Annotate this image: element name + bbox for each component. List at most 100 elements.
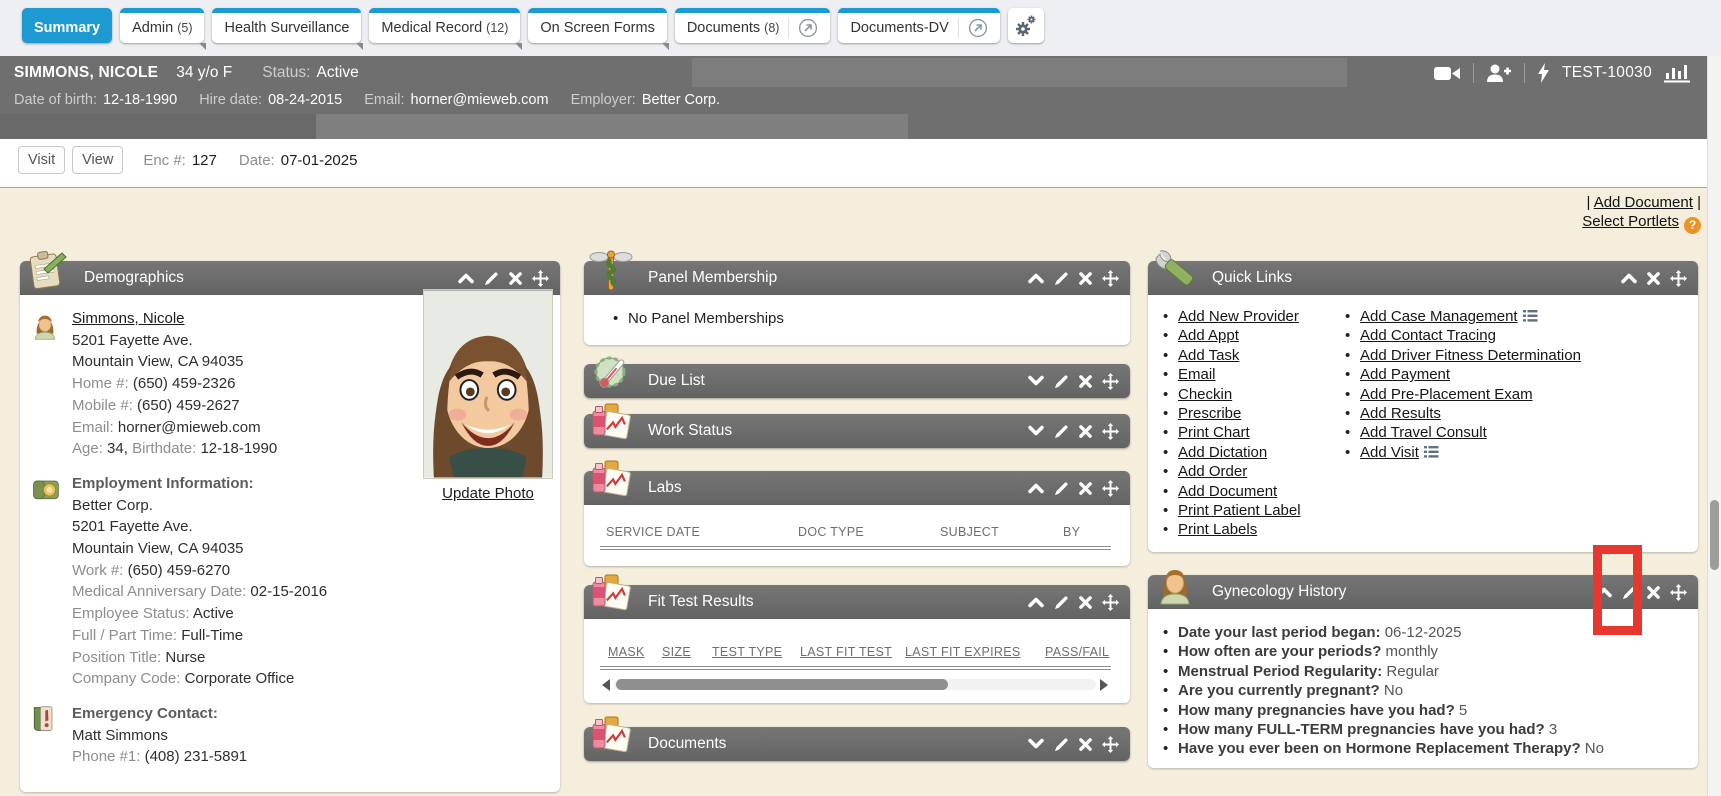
fit-col-size[interactable]: SIZE <box>662 645 691 659</box>
dob-value: 12-18-1990 <box>103 92 177 108</box>
quick-link[interactable]: Print Chart <box>1178 424 1250 441</box>
quick-link-item: Email <box>1162 365 1301 384</box>
expand-icon[interactable] <box>1028 425 1044 437</box>
quick-link[interactable]: Prescribe <box>1178 405 1241 422</box>
fit-col-mask[interactable]: MASK <box>608 645 645 659</box>
lightning-bolt-icon <box>1537 63 1550 83</box>
header-substrip-dark <box>0 114 316 139</box>
edit-icon[interactable] <box>1054 595 1069 610</box>
collapse-icon[interactable] <box>1028 482 1044 494</box>
collapse-icon[interactable] <box>1028 272 1044 284</box>
collapse-icon[interactable] <box>1621 272 1637 284</box>
quick-link[interactable]: Add Appt <box>1178 327 1239 344</box>
close-icon[interactable] <box>1079 482 1092 495</box>
tab-summary[interactable]: Summary <box>22 8 112 43</box>
fit-col-pass-fail[interactable]: PASS/FAIL <box>1045 645 1109 659</box>
quick-link[interactable]: Add Visit <box>1360 444 1419 461</box>
scroll-left-arrow[interactable] <box>602 679 610 691</box>
expand-icon[interactable] <box>1028 375 1044 387</box>
labs-col-doc-type: DOC TYPE <box>798 525 864 539</box>
table-header-rule <box>600 666 1111 670</box>
move-icon[interactable] <box>1102 423 1119 440</box>
edit-icon[interactable] <box>1054 271 1069 286</box>
edit-icon[interactable] <box>484 271 499 286</box>
quick-link[interactable]: Add Dictation <box>1178 444 1267 461</box>
tab-documents[interactable]: Documents (8) <box>675 8 831 43</box>
flowsheet-chart-button[interactable] <box>1664 63 1691 83</box>
status-label: Status: <box>262 64 310 82</box>
tab-on-screen-forms[interactable]: On Screen Forms <box>528 8 666 43</box>
quick-link[interactable]: Add Pre-Placement Exam <box>1360 386 1533 403</box>
select-portlets-link[interactable]: Select Portlets <box>1582 213 1679 230</box>
employment-icon <box>29 474 63 504</box>
close-icon[interactable] <box>1079 375 1092 388</box>
help-icon[interactable]: ? <box>1684 217 1701 234</box>
scrollbar-thumb[interactable] <box>616 679 948 690</box>
edit-icon[interactable] <box>1054 481 1069 496</box>
scrollbar-thumb[interactable] <box>1710 500 1719 570</box>
quick-link[interactable]: Checkin <box>1178 386 1232 403</box>
scroll-right-arrow[interactable] <box>1100 679 1108 691</box>
close-icon[interactable] <box>1079 596 1092 609</box>
quick-link[interactable]: Print Labels <box>1178 521 1257 538</box>
quick-link[interactable]: Add Document <box>1178 483 1277 500</box>
move-icon[interactable] <box>1102 594 1119 611</box>
move-icon[interactable] <box>1670 270 1687 287</box>
expand-icon[interactable] <box>1028 738 1044 750</box>
move-icon[interactable] <box>1102 270 1119 287</box>
tab-admin[interactable]: Admin (5) <box>120 8 204 43</box>
collapse-icon[interactable] <box>1028 596 1044 608</box>
edit-icon[interactable] <box>1054 424 1069 439</box>
quick-link[interactable]: Add Results <box>1360 405 1441 422</box>
fit-col-last-fit-expires[interactable]: LAST FIT EXPIRES <box>905 645 1021 659</box>
tab-documents-dv[interactable]: Documents-DV <box>838 8 999 43</box>
close-icon[interactable] <box>1079 425 1092 438</box>
collapse-icon[interactable] <box>458 272 474 284</box>
quick-link[interactable]: Add Task <box>1178 347 1239 364</box>
quick-link-item: Add Contact Tracing <box>1344 326 1581 345</box>
quick-link[interactable]: Add Contact Tracing <box>1360 327 1496 344</box>
open-new-window-icon[interactable] <box>958 18 988 38</box>
close-icon[interactable] <box>1647 272 1660 285</box>
view-button[interactable]: View <box>72 146 123 174</box>
add-contact-button[interactable] <box>1486 64 1512 82</box>
move-icon[interactable] <box>1102 480 1119 497</box>
close-icon[interactable] <box>509 272 522 285</box>
quick-link[interactable]: Add Case Management <box>1360 308 1518 325</box>
quick-link-item: Add Pre-Placement Exam <box>1344 385 1581 404</box>
portlet-title: Labs <box>648 479 682 497</box>
vertical-scrollbar[interactable] <box>1707 56 1721 796</box>
add-document-link[interactable]: Add Document <box>1594 194 1693 211</box>
quick-link[interactable]: Add Travel Consult <box>1360 424 1487 441</box>
visit-button[interactable]: Visit <box>18 146 65 174</box>
video-visit-button[interactable] <box>1434 65 1461 82</box>
move-icon[interactable] <box>1102 373 1119 390</box>
edit-icon[interactable] <box>1054 374 1069 389</box>
quick-link[interactable]: Add Order <box>1178 463 1247 480</box>
open-new-window-icon[interactable] <box>788 18 818 38</box>
close-icon[interactable] <box>1079 738 1092 751</box>
tab-settings-button[interactable] <box>1008 8 1044 43</box>
portlet-title: Work Status <box>648 422 732 440</box>
employer-value: Better Corp. <box>642 92 720 108</box>
quick-link[interactable]: Add New Provider <box>1178 308 1299 325</box>
fit-col-test-type[interactable]: TEST TYPE <box>712 645 782 659</box>
move-icon[interactable] <box>532 270 549 287</box>
move-icon[interactable] <box>1670 584 1687 601</box>
patient-header: SIMMONS, NICOLE 34 y/o F Status: Active … <box>0 56 1721 139</box>
edit-icon[interactable] <box>1054 737 1069 752</box>
quick-link[interactable]: Email <box>1178 366 1216 383</box>
tab-medical-record[interactable]: Medical Record (12) <box>369 8 520 43</box>
close-icon[interactable] <box>1079 272 1092 285</box>
fit-col-last-fit-test[interactable]: LAST FIT TEST <box>800 645 892 659</box>
patient-name-link[interactable]: Simmons, Nicole <box>72 310 185 327</box>
tab-health-surveillance[interactable]: Health Surveillance <box>212 8 361 43</box>
close-icon[interactable] <box>1647 586 1660 599</box>
emergency-phone-label: Phone #1: <box>72 748 140 765</box>
move-icon[interactable] <box>1102 736 1119 753</box>
quick-link[interactable]: Print Patient Label <box>1178 502 1301 519</box>
quick-link[interactable]: Add Driver Fitness Determination <box>1360 347 1581 364</box>
quick-actions-button[interactable] <box>1537 63 1550 83</box>
quick-link[interactable]: Add Payment <box>1360 366 1450 383</box>
update-photo-link[interactable]: Update Photo <box>442 485 534 502</box>
